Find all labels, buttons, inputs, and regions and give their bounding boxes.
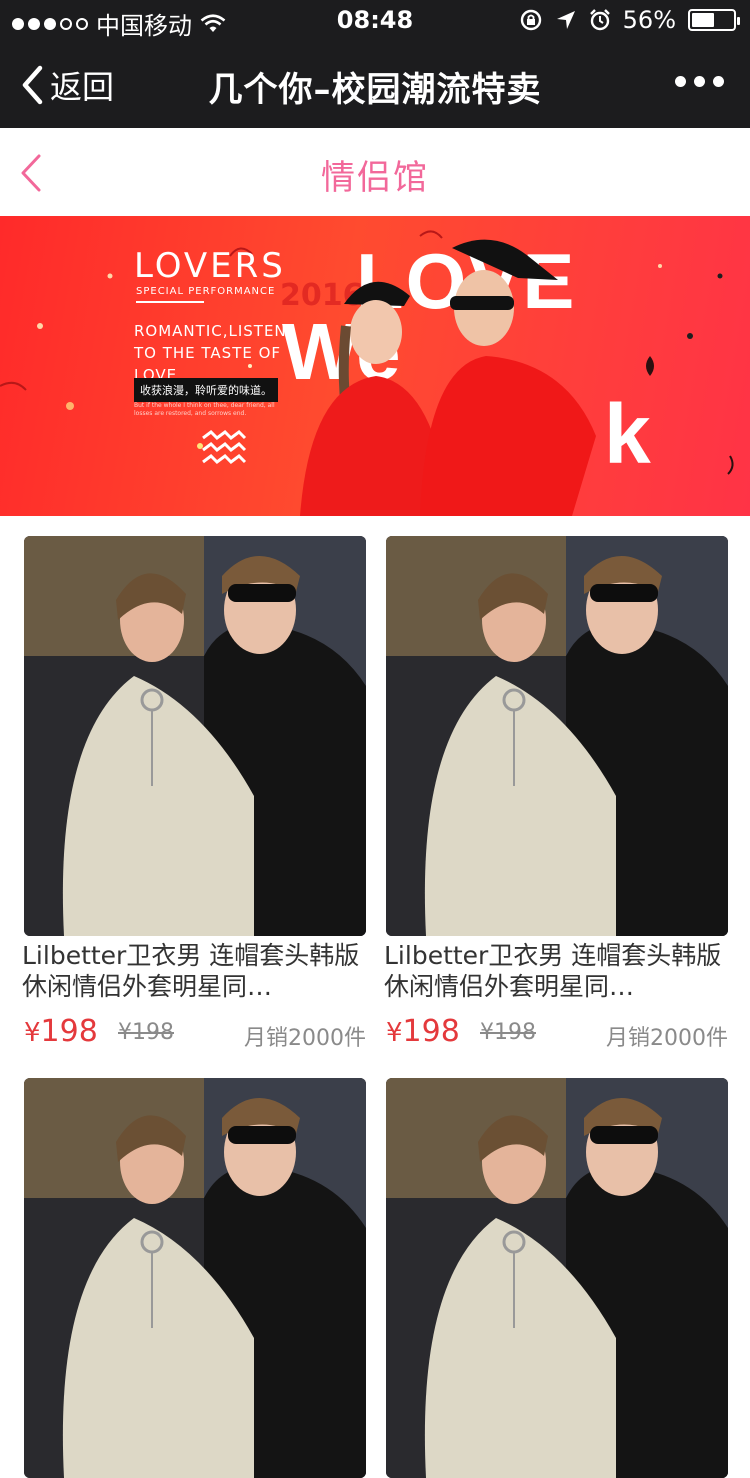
more-dot [675,76,686,87]
back-button[interactable]: 返回 [20,62,114,108]
banner-divider [136,301,204,303]
status-bar: 中国移动 08:48 56% [0,0,750,40]
banner-romantic-text: ROMANTIC,LISTEN TO THE TASTE OF LOVE. [134,322,287,384]
more-dot [713,76,724,87]
product-name[interactable]: Lilbetter卫衣男 连帽套头韩版休闲情侣外套明星同… [22,940,368,1004]
banner-lovers-text: LOVERS [134,246,286,286]
section-header: 情侣馆 [0,128,750,216]
banner-couple-image [300,239,596,516]
nav-bar: 返回 几个你–校园潮流特卖 [0,40,750,128]
banner-small-text: But if the whole I think on thee, dear f… [134,402,275,417]
product-image[interactable] [24,536,366,936]
more-menu-button[interactable] [675,76,724,87]
section-title: 情侣馆 [321,158,429,198]
product-image[interactable] [386,536,728,936]
page-title: 几个你–校园潮流特卖 [208,70,542,110]
status-right: 56% [519,6,740,34]
product-price: ¥198 [386,1014,460,1049]
battery-fill [692,13,714,27]
product-sales: 月销2000件 [606,1026,728,1051]
location-arrow-icon [556,11,575,29]
price-value: 198 [402,1014,460,1049]
product-name[interactable]: Lilbetter卫衣男 连帽套头韩版休闲情侣外套明星同… [384,940,730,1004]
product-original-price: ¥198 [480,1020,536,1045]
banner-cn-text: 收获浪漫，聆听爱的味道。 [134,378,278,402]
product-image[interactable] [24,1078,366,1478]
battery-percent: 56% [622,6,676,34]
more-dot [694,76,705,87]
product-sales: 月销2000件 [244,1026,366,1051]
price-currency: ¥ [386,1018,403,1048]
price-value: 198 [40,1014,98,1049]
battery-icon [688,9,740,31]
banner-special-text: SPECIAL PERFORMANCE [136,286,276,297]
product-original-price: ¥198 [118,1020,174,1045]
back-label: 返回 [50,68,115,106]
product-image[interactable] [386,1078,728,1478]
price-currency: ¥ [24,1018,41,1048]
rotation-lock-icon [520,9,541,31]
promo-banner[interactable]: LOVERS SPECIAL PERFORMANCE ROMANTIC,LIST… [0,216,750,516]
product-price: ¥198 [24,1014,98,1049]
chevron-left-icon [22,65,43,105]
alarm-icon [589,9,610,31]
